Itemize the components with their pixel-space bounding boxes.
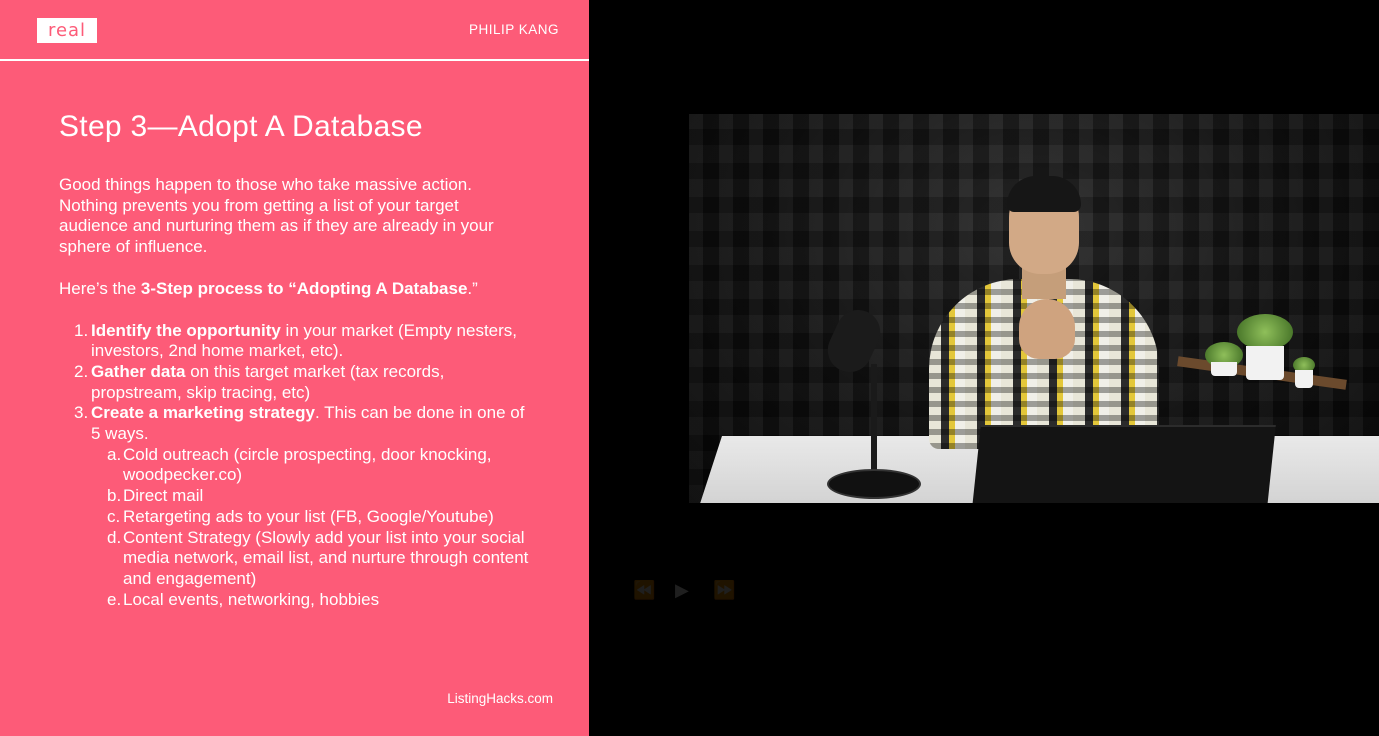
presenter-hair xyxy=(1007,176,1081,212)
player-controls: ⏪ ▶ ⏩ xyxy=(633,580,903,608)
process-paragraph: Here’s the 3-Step process to “Adopting A… xyxy=(59,279,529,300)
step-item: 3. Create a marketing strategy. This can… xyxy=(59,403,529,610)
substep-text: Local events, networking, hobbies xyxy=(123,589,380,609)
substep-text: Content Strategy (Slowly add your list i… xyxy=(123,527,529,588)
step-number: 3. xyxy=(74,403,89,423)
presenter-hands xyxy=(1019,299,1075,359)
plant-pot xyxy=(1295,370,1313,388)
substep-letter: a. xyxy=(107,444,122,464)
author-name: PHILIP KANG xyxy=(468,22,559,37)
substep-item: d. Content Strategy (Slowly add your list… xyxy=(91,528,529,590)
plant-pot xyxy=(1211,362,1237,376)
steps-list: 1. Identify the opportunity in your mark… xyxy=(59,321,529,611)
presenter-video[interactable] xyxy=(689,114,1379,503)
play-icon[interactable]: ▶ xyxy=(675,580,689,601)
step-bold: Identify the opportunity xyxy=(91,320,281,340)
substep-item: b. Direct mail xyxy=(91,486,529,507)
process-prefix: Here’s the xyxy=(59,278,141,298)
forward-icon[interactable]: ⏩ xyxy=(713,580,735,601)
plant-pot xyxy=(1246,346,1284,380)
step-number: 1. xyxy=(74,320,89,340)
slide-body: Good things happen to those who take mas… xyxy=(59,175,529,610)
process-bold: 3-Step process to “Adopting A Database xyxy=(140,278,468,298)
mic-base xyxy=(827,469,921,499)
step-bold: Gather data xyxy=(91,361,186,381)
substep-letter: b. xyxy=(107,486,122,506)
step-item: 1. Identify the opportunity in your mark… xyxy=(59,321,529,362)
footer-website-link[interactable]: ListingHacks.com xyxy=(447,691,553,706)
plant-icon xyxy=(1237,314,1293,350)
substep-text: Direct mail xyxy=(123,486,204,506)
laptop xyxy=(971,425,1276,503)
substep-item: c. Retargeting ads to your list (FB, Goog… xyxy=(91,507,529,528)
substep-letter: d. xyxy=(107,527,122,547)
substep-text: Retargeting ads to your list (FB, Google… xyxy=(123,506,494,526)
substep-item: a. Cold outreach (circle prospecting, doo… xyxy=(91,445,529,486)
process-suffix: .” xyxy=(467,278,478,298)
intro-paragraph: Good things happen to those who take mas… xyxy=(59,175,494,257)
slide-title: Step 3—Adopt A Database xyxy=(59,110,423,143)
header-divider xyxy=(0,59,589,61)
substep-letter: c. xyxy=(107,506,121,526)
substeps-list: a. Cold outreach (circle prospecting, doo… xyxy=(91,445,529,611)
substep-letter: e. xyxy=(107,589,122,609)
step-bold: Create a marketing strategy xyxy=(91,403,315,423)
slide-header: real PHILIP KANG xyxy=(0,0,589,61)
slide-panel: real PHILIP KANG Step 3—Adopt A Database… xyxy=(0,0,589,736)
rewind-icon[interactable]: ⏪ xyxy=(633,580,655,601)
step-item: 2. Gather data on this target market (ta… xyxy=(59,362,529,403)
substep-text: Cold outreach (circle prospecting, door … xyxy=(123,444,492,485)
mic-stand xyxy=(871,364,877,484)
real-logo: real xyxy=(37,18,97,43)
step-number: 2. xyxy=(74,361,89,381)
substep-item: e. Local events, networking, hobbies xyxy=(91,590,529,611)
